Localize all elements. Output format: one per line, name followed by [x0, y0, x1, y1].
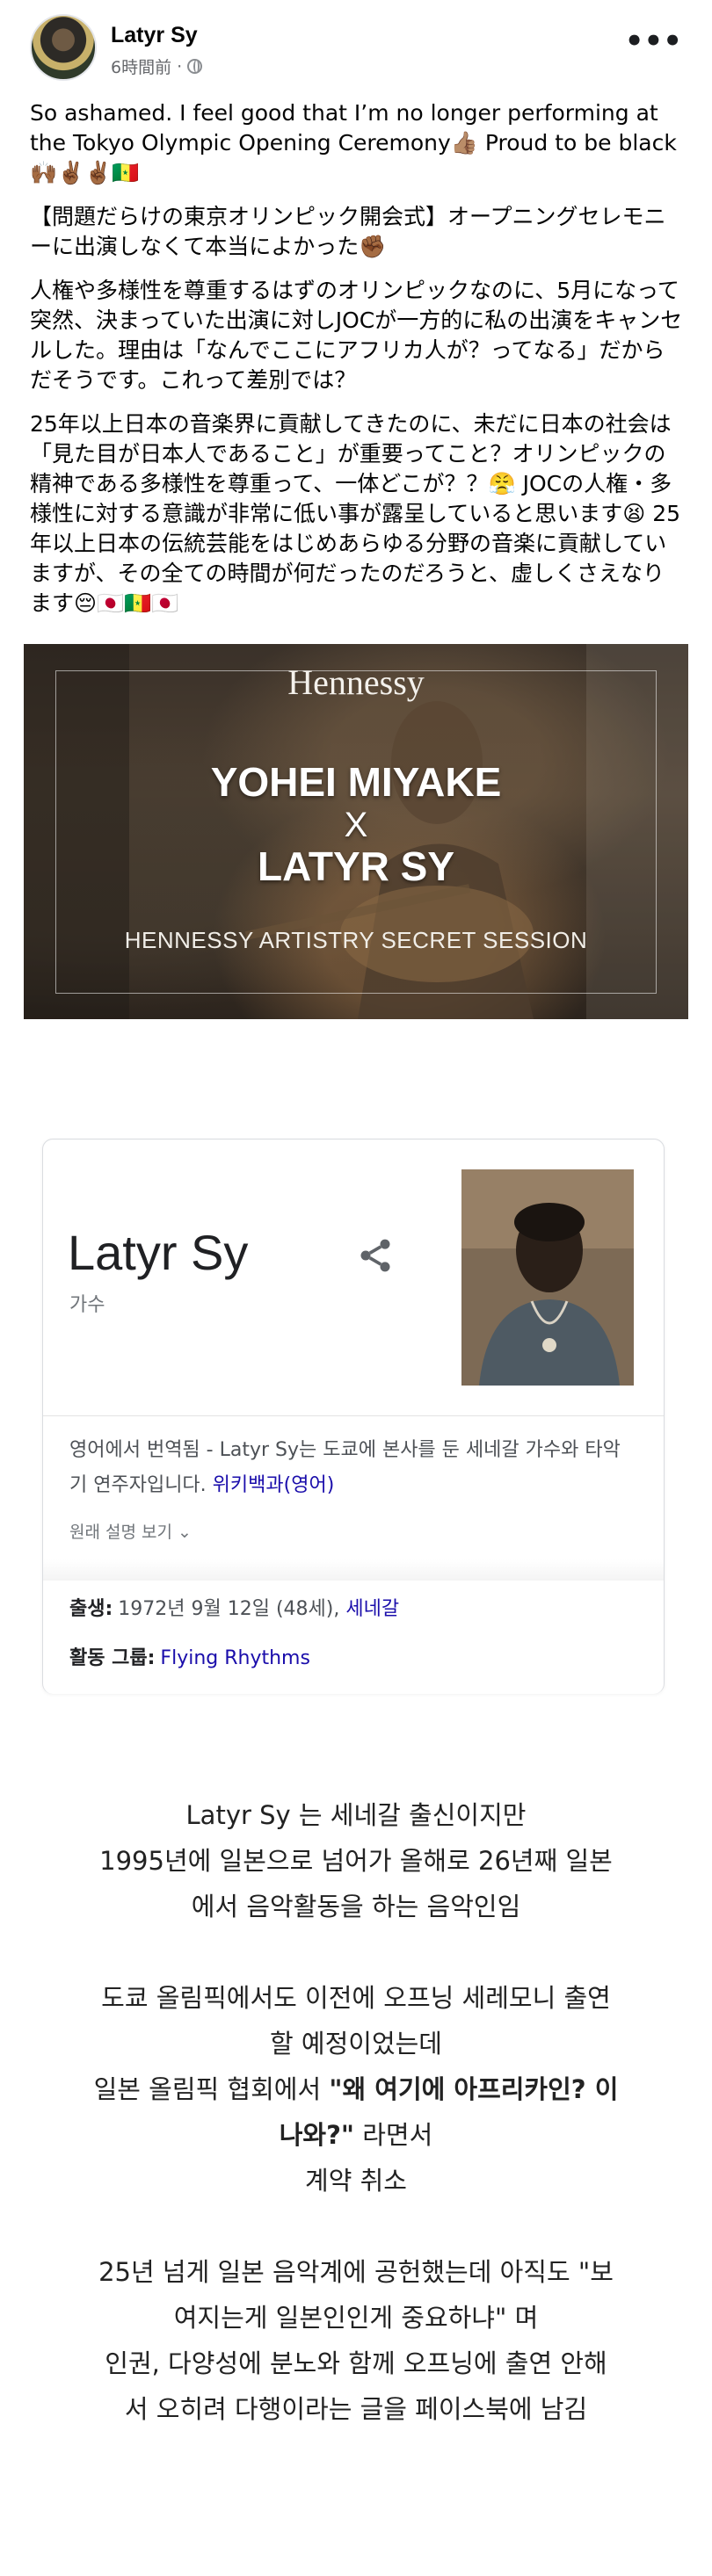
video-title-line-1: YOHEI MIYAKE [210, 759, 502, 805]
facebook-post: Latyr Sy 6時間前 · ••• So ashamed. I feel g… [0, 0, 712, 616]
caption-line: 여지는게 일본인인게 중요하냐" 며 [173, 2303, 539, 2333]
more-options-icon[interactable]: ••• [625, 26, 682, 56]
globe-icon [187, 59, 203, 74]
kp-wiki-link[interactable]: 위키백과(영어) [213, 1474, 335, 1496]
kp-subtitle: 가수 [69, 1294, 105, 1316]
kp-description: 영어에서 번역됨 - Latyr Sy는 도쿄에 본사를 둔 세네갈 가수와 타… [69, 1433, 632, 1503]
caption-line: 도쿄 올림픽에서도 이전에 오프닝 세레모니 출연 [101, 1983, 611, 2013]
post-timestamp[interactable]: 6時間前 [111, 54, 171, 78]
post-paragraph: 人権や多様性を尊重するはずのオリンピックなのに、5月になって突然、決まっていた出… [30, 278, 683, 393]
meta-separator: · [177, 56, 183, 76]
kp-born-label: 출생: [69, 1598, 113, 1620]
korean-caption: Latyr Sy 는 세네갈 출신이지만 1995년에 일본으로 넘어가 올해로… [18, 1792, 694, 2432]
caption-quote: "왜 여기에 아프리카인? 이 [329, 2074, 619, 2104]
kp-title: Latyr Sy [68, 1225, 249, 1280]
caption-gap [18, 1929, 694, 1975]
kp-born-value: 1972년 9월 12일 (48세), [118, 1598, 346, 1620]
post-paragraph: So ashamed. I feel good that I’m no long… [30, 100, 677, 185]
kp-row-group: 활동 그룹: Flying Rhythms [69, 1642, 310, 1670]
video-title-line-3: LATYR SY [257, 843, 455, 889]
share-icon[interactable] [356, 1236, 395, 1275]
post-meta: 6時間前 · [111, 54, 203, 78]
video-caption: HENNESSY ARTISTRY SECRET SESSION [124, 927, 588, 953]
caption-quote: 나와?" [279, 2120, 355, 2150]
video-title-line-2: X [344, 806, 368, 844]
knowledge-panel: Latyr Sy 가수 영어에서 번역됨 - Latyr Sy는 도쿄에 본사를… [42, 1139, 665, 1694]
kp-description-text: 영어에서 번역됨 - Latyr Sy는 도쿄에 본사를 둔 세네갈 가수와 타… [69, 1439, 621, 1496]
caption-line: 일본 올림픽 협회에서 "왜 여기에 아프리카인? 이 [18, 2066, 694, 2112]
caption-line: 인권, 다양성에 분노와 함께 오프닝에 출연 안해 [105, 2348, 607, 2378]
kp-photo[interactable] [461, 1169, 634, 1386]
kp-show-original-label: 원래 설명 보기 [69, 1523, 172, 1542]
kp-row-born: 출생: 1972년 9월 12일 (48세), 세네갈 [69, 1593, 399, 1621]
kp-group-label: 활동 그룹: [69, 1647, 156, 1669]
caption-text: 일본 올림픽 협회에서 [93, 2074, 330, 2104]
caption-line: 1995년에 일본으로 넘어가 올해로 26년째 일본 [99, 1846, 613, 1876]
kp-show-original[interactable]: 원래 설명 보기 ⌄ [69, 1519, 192, 1543]
kp-divider [43, 1415, 664, 1416]
caption-text: 라면서 [354, 2120, 433, 2150]
caption-line: 25년 넘게 일본 음악계에 공헌했는데 아직도 "보 [98, 2257, 614, 2287]
post-body: So ashamed. I feel good that I’m no long… [30, 98, 686, 633]
kp-born-link[interactable]: 세네갈 [345, 1598, 399, 1620]
post-paragraph: 25年以上日本の音楽界に貢献してきたのに、未だに日本の社会は「見た目が日本人であ… [30, 411, 681, 616]
avatar[interactable] [30, 14, 97, 81]
kp-fade [43, 1559, 664, 1581]
post-author[interactable]: Latyr Sy [111, 23, 198, 48]
post-paragraph: 【問題だらけの東京オリンピック開会式】オープニングセレモニーに出演しなくて本当に… [30, 204, 666, 259]
caption-gap [18, 2203, 694, 2249]
portrait-silhouette [461, 1169, 634, 1386]
caption-line: 할 예정이었는데 [270, 2029, 442, 2059]
caption-line: 나와?" 라면서 [18, 2112, 694, 2158]
video-brand: Hennessy [287, 662, 425, 702]
post-header: Latyr Sy 6時間前 · ••• [30, 14, 682, 84]
caption-line: 서 오히려 다행이라는 글을 페이스북에 남김 [124, 2394, 588, 2424]
caption-line: 에서 음악활동을 하는 음악인임 [191, 1892, 521, 1921]
video-thumbnail[interactable]: Hennessy YOHEI MIYAKE X LATYR SY HENNESS… [24, 644, 688, 1019]
caption-line: Latyr Sy 는 세네갈 출신이지만 [185, 1800, 527, 1830]
kp-group-link[interactable]: Flying Rhythms [160, 1647, 310, 1669]
caption-line: 계약 취소 [305, 2166, 407, 2196]
chevron-down-icon: ⌄ [178, 1523, 192, 1542]
